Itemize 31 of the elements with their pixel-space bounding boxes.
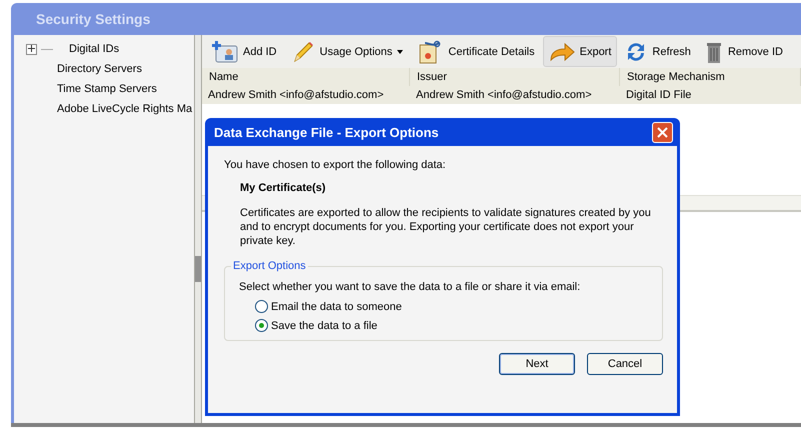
tree-item[interactable]: Digital IDs xyxy=(69,43,120,55)
table-cell-text: Digital ID File xyxy=(625,88,692,103)
close-icon xyxy=(657,126,668,138)
tree-item[interactable]: Adobe LiveCycle Rights Ma xyxy=(57,103,192,115)
export-item: My Certificate(s) xyxy=(240,182,327,194)
splitter-handle[interactable] xyxy=(195,256,201,282)
dialog-title: Data Exchange File - Export Options xyxy=(214,124,439,140)
table-cell-text: Andrew Smith <info@afstudio.com> xyxy=(415,88,593,103)
add-person-icon xyxy=(212,40,238,64)
description-text: Certificates are exported to allow the recipients to validate signatures created by you and to encrypt documents for you. Exporting your certificate does not export your private key. xyxy=(240,206,652,248)
radio-option[interactable]: Save the data to a file xyxy=(255,319,650,332)
prompt-text: Select whether you want to save the data to a file or share it via email: xyxy=(239,280,582,294)
toolbar-button[interactable]: Add ID xyxy=(206,36,283,67)
table-row[interactable]: Andrew Smith <info@afstudio.com> Andrew Smith <info@afstudio.com> Digital ID File xyxy=(202,86,801,104)
table-cell-text: Andrew Smith <info@afstudio.com> xyxy=(207,88,385,103)
tree-item[interactable]: Directory Servers xyxy=(57,63,142,75)
radio-option[interactable]: Email the data to someone xyxy=(255,300,650,313)
toolbar-button[interactable]: Remove ID xyxy=(698,36,789,67)
tree-item[interactable]: Time Stamp Servers xyxy=(57,83,157,95)
toolbar-button[interactable]: Usage Options xyxy=(284,36,410,67)
close-button[interactable] xyxy=(652,122,673,142)
toolbar-button[interactable]: Refresh xyxy=(619,36,697,67)
expand-icon[interactable] xyxy=(26,44,37,54)
window-title: Security Settings xyxy=(36,11,150,27)
toolbar-button[interactable]: Export xyxy=(542,36,618,67)
group-title: Export Options xyxy=(232,260,307,272)
next-button[interactable]: Next xyxy=(499,353,575,375)
toolbar-button[interactable]: Certificate Details xyxy=(411,36,541,67)
cancel-button[interactable]: Cancel xyxy=(587,353,663,375)
intro-text: You have chosen to export the following data: xyxy=(224,158,447,172)
arrow-icon xyxy=(548,42,575,62)
